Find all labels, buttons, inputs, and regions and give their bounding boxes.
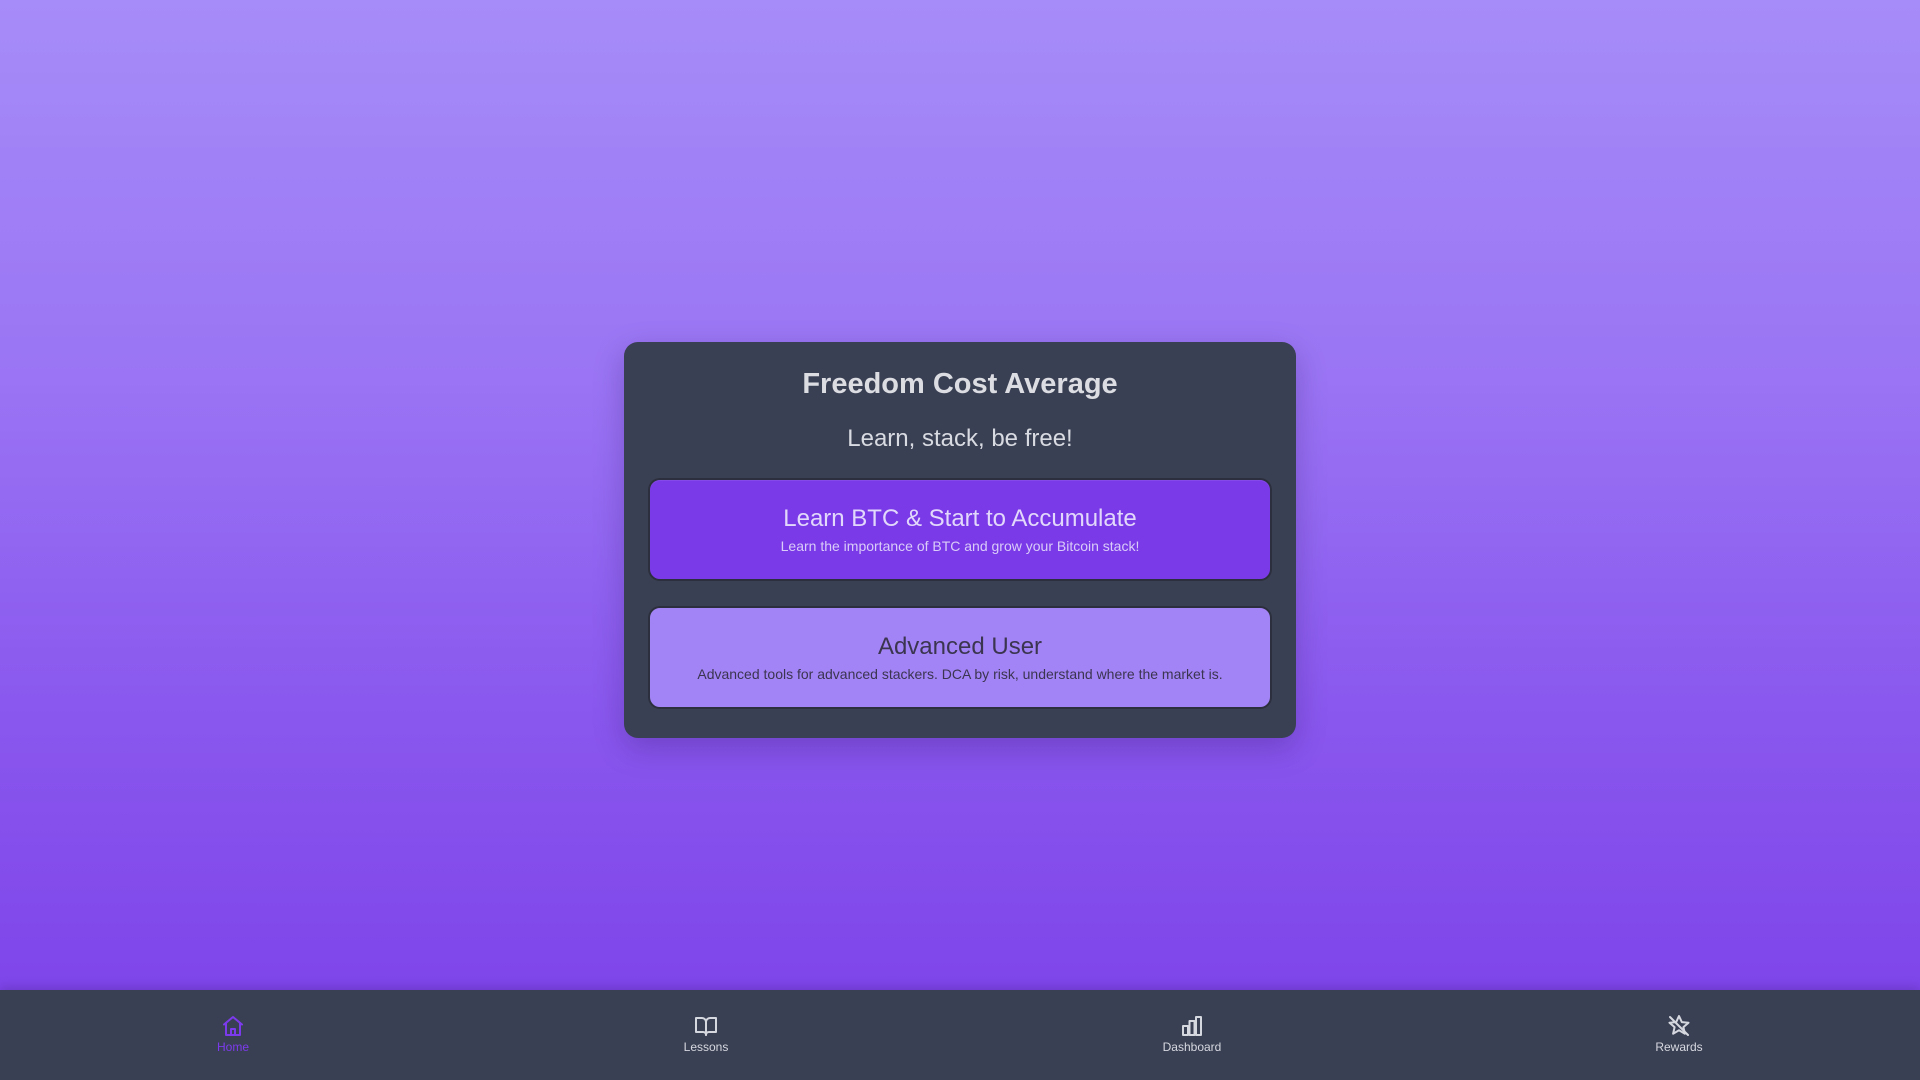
app-tagline: Learn, stack, be free! [847, 425, 1073, 452]
advanced-user-option-button[interactable]: Advanced User Advanced tools for advance… [648, 606, 1272, 709]
nav-label-lessons: Lessons [683, 1040, 729, 1054]
app-title: Freedom Cost Average [802, 368, 1118, 400]
nav-item-lessons[interactable]: Lessons [646, 990, 766, 1080]
book-open-icon [694, 1014, 718, 1038]
option-title: Advanced User [877, 633, 1043, 660]
nav-item-dashboard[interactable]: Dashboard [1132, 990, 1252, 1080]
option-title: Learn BTC & Start to Accumulate [783, 505, 1137, 532]
nav-label-dashboard: Dashboard [1162, 1040, 1222, 1054]
star-off-icon [1667, 1014, 1691, 1038]
nav-item-rewards[interactable]: Rewards [1619, 990, 1739, 1080]
home-icon [221, 1014, 245, 1038]
option-description: Advanced tools for advanced stackers. DC… [697, 666, 1223, 682]
nav-label-home: Home [216, 1040, 249, 1054]
nav-item-home[interactable]: Home [173, 990, 293, 1080]
bottom-nav: Home Lessons Dashboard Rewards [0, 990, 1920, 1080]
nav-label-rewards: Rewards [1655, 1040, 1703, 1054]
option-description: Learn the importance of BTC and grow you… [780, 538, 1140, 554]
bar-chart-icon [1180, 1014, 1204, 1038]
welcome-card: Freedom Cost Average Learn, stack, be fr… [624, 342, 1296, 738]
learn-btc-option-button[interactable]: Learn BTC & Start to Accumulate Learn th… [648, 478, 1272, 581]
